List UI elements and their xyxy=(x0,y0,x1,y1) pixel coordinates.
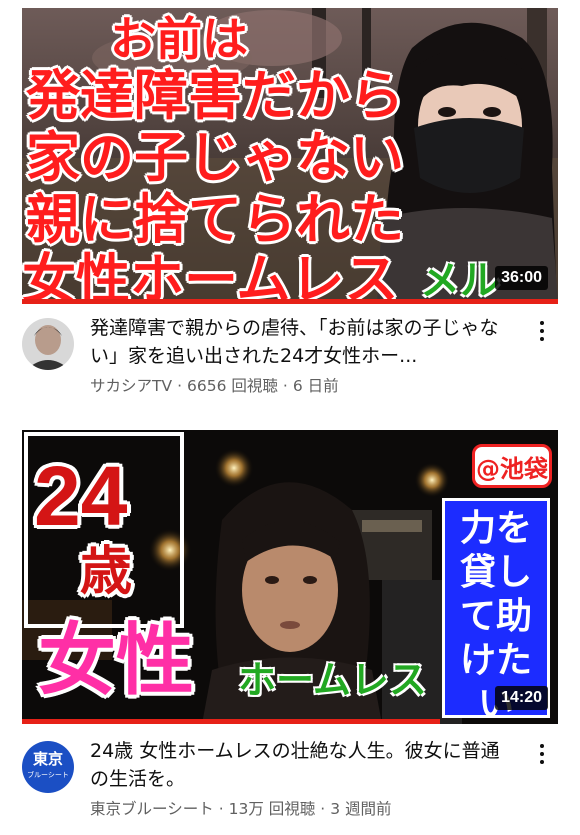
thumbnail-name-caption: メル xyxy=(420,258,500,304)
watch-progress-bar xyxy=(22,299,558,304)
thumbnail-caption-line: 発達障害だから xyxy=(26,64,404,127)
location-label: @池袋 xyxy=(476,454,548,483)
more-options-button[interactable] xyxy=(532,316,552,346)
video-subtitle: 東京ブルーシート · 13万 回視聴 · 3 週間前 xyxy=(90,800,392,818)
help-caption-box: 力を貸して助けたい xyxy=(442,498,550,724)
thumbnail-caption-line: お前は xyxy=(110,12,248,66)
avatar-photo-icon xyxy=(22,318,74,370)
more-dot-icon xyxy=(540,321,544,325)
video-subtitle: サカシアTV · 6656 回視聴 · 6 日前 xyxy=(90,377,339,395)
more-dot-icon xyxy=(540,752,544,756)
view-count: 13万 回視聴 xyxy=(228,800,316,818)
more-dot-icon xyxy=(540,337,544,341)
thumbnail-gender-caption: 女性 xyxy=(38,616,195,706)
thumbnail-homeless-caption: ホームレス xyxy=(238,658,427,702)
avatar-subtext: ブルーシート xyxy=(27,771,69,779)
thumbnail-age-number: 24 xyxy=(34,449,128,543)
avatar-text: 東京 xyxy=(32,750,63,768)
thumbnail-caption-line: 親に捨てられた xyxy=(26,188,404,251)
more-dot-icon xyxy=(540,760,544,764)
duration-badge: 14:20 xyxy=(495,686,548,710)
video-thumbnail[interactable]: 24 歳 女性 ホームレス @池袋 力を貸して助けたい 14:20 xyxy=(22,430,558,724)
channel-name[interactable]: 東京ブルーシート xyxy=(90,800,214,818)
location-badge: @池袋 xyxy=(472,444,552,488)
view-count: 6656 回視聴 xyxy=(187,377,278,395)
more-dot-icon xyxy=(540,329,544,333)
thumbnail-caption-line: 女性ホームレス xyxy=(22,248,399,305)
duration-badge: 36:00 xyxy=(495,266,548,290)
video-thumbnail[interactable]: お前は 発達障害だから 家の子じゃない 親に捨てられた 女性ホームレス メル 3… xyxy=(22,8,558,304)
channel-avatar[interactable] xyxy=(22,318,74,370)
watch-progress-bar xyxy=(22,719,441,724)
video-title[interactable]: 発達障害で親からの虐待、「お前は家の子じゃない」家を追い出された24才女性ホー.… xyxy=(90,314,510,370)
channel-name[interactable]: サカシアTV xyxy=(90,377,172,395)
thumbnail-age-unit: 歳 xyxy=(80,542,133,602)
video-title[interactable]: 24歳 女性ホームレスの壮絶な人生。彼女に普通の生活を。 xyxy=(90,737,510,793)
more-options-button[interactable] xyxy=(532,739,552,769)
thumbnail-caption-line: 家の子じゃない xyxy=(26,126,404,189)
upload-age: 3 週間前 xyxy=(330,800,392,818)
more-dot-icon xyxy=(540,744,544,748)
upload-age: 6 日前 xyxy=(292,377,339,395)
channel-avatar[interactable]: 東京 ブルーシート xyxy=(22,741,74,793)
